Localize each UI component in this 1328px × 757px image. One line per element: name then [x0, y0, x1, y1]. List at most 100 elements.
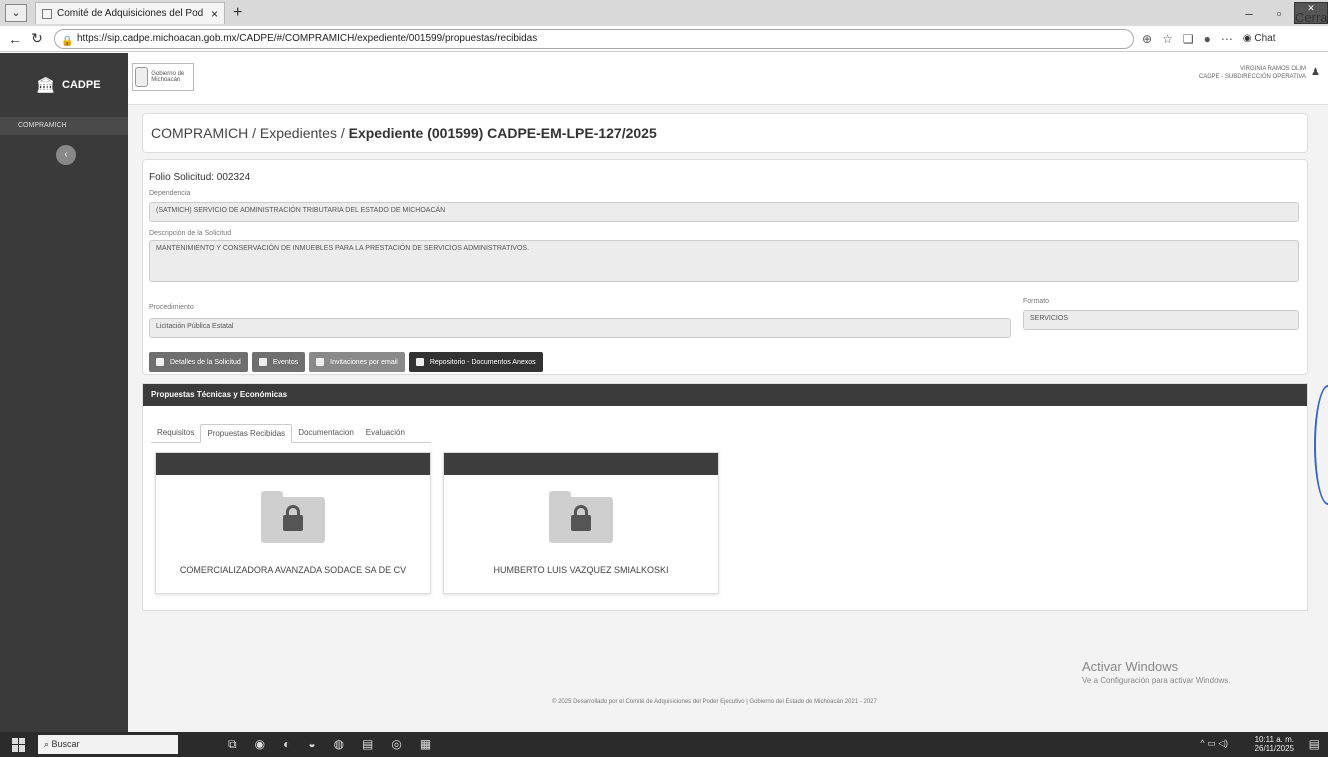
repositorio-button[interactable]: Repositorio - Documentos Anexos: [408, 352, 543, 372]
system-tray-icons[interactable]: ^ ▭ ◁): [1200, 738, 1228, 749]
chrome-icon[interactable]: ◉: [255, 737, 265, 752]
sidebar-item-label: COMPRAMICH: [18, 122, 67, 129]
app-icon[interactable]: ◒: [308, 737, 315, 752]
proveedor-card-header: [156, 453, 430, 475]
tab-propuestas-recibidas[interactable]: Propuestas Recibidas: [200, 424, 293, 443]
refresh-button[interactable]: ↻: [30, 30, 44, 47]
document-icon: [156, 358, 164, 366]
lock-icon: 🔒: [61, 35, 74, 47]
formato-field: SERVICIOS: [1023, 310, 1299, 330]
procedimiento-field: Licitación Pública Estatal: [149, 318, 1011, 338]
brand-logo[interactable]: 🏛 CADPE: [0, 53, 128, 117]
lock-icon: [283, 515, 303, 531]
address-bar: ← ↻ 🔒 https://sip.cadpe.michoacan.gob.mx…: [0, 26, 1328, 52]
minimize-button[interactable]: –: [1234, 6, 1264, 21]
collapse-sidebar-button[interactable]: ‹: [56, 145, 76, 165]
proveedor-name: HUMBERTO LUIS VAZQUEZ SMIALKOSKI: [493, 565, 669, 575]
url-field[interactable]: 🔒 https://sip.cadpe.michoacan.gob.mx/CAD…: [54, 28, 1134, 49]
zoom-icon[interactable]: ⊕: [1142, 32, 1152, 46]
taskbar-clock[interactable]: 10:11 a. m. 26/11/2025: [1255, 735, 1294, 753]
detalles-solicitud-button[interactable]: Detalles de la Solicitud: [149, 352, 248, 372]
notifications-icon[interactable]: ▤: [1309, 737, 1320, 751]
new-tab-button[interactable]: +: [233, 4, 242, 22]
tab-evaluacion[interactable]: Evaluación: [360, 424, 411, 442]
taskbar-search[interactable]: ⌕ Buscar: [38, 735, 178, 754]
window-controls: – ▫ ✕Cerrar: [1234, 0, 1328, 26]
app-sidebar: 🏛 CADPE COMPRAMICH ‹: [0, 53, 128, 732]
clock-date: 26/11/2025: [1254, 744, 1294, 753]
eventos-button[interactable]: Eventos: [251, 352, 306, 372]
user-role: CADPE - SUBDIRECCIÓN OPERATIVA: [1198, 74, 1306, 80]
favorites-star-icon[interactable]: ☆: [1162, 32, 1173, 46]
propuestas-card: Propuestas Técnicas y Económicas Requisi…: [142, 383, 1308, 611]
page-footer: © 2025 Desarrollado por el Comité de Adq…: [552, 699, 877, 705]
invitaciones-email-button[interactable]: Invitaciones por email: [309, 352, 405, 372]
procedimiento-label: Procedimiento: [149, 304, 194, 311]
locked-folder-icon: [549, 491, 613, 543]
user-info[interactable]: VIRGINIA RAMOS OLIM CADPE - SUBDIRECCIÓN…: [1199, 65, 1306, 81]
windows-taskbar: ⌕ Buscar ⧉ ◉ ◐ ◒ ◍ ▤ ◎ ▦ ^ ▭ ◁) 10:11 a.…: [0, 732, 1328, 757]
eventos-label: Eventos: [272, 358, 299, 366]
back-button[interactable]: ←: [8, 31, 22, 47]
browser-tab-bar: ⌄ Comité de Adquisiciones del Pod × + – …: [0, 0, 1328, 26]
locked-folder-icon: [261, 491, 325, 543]
user-icon[interactable]: ♟: [1311, 67, 1320, 78]
folio-solicitud: Folio Solicitud: 002324: [149, 172, 251, 183]
windows-start-icon[interactable]: [12, 737, 26, 752]
solicitud-actions: Detalles de la Solicitud Eventos Invitac…: [149, 352, 543, 372]
chat-button[interactable]: ◉ Chat: [1243, 33, 1276, 44]
close-window-button[interactable]: ✕Cerrar: [1294, 2, 1328, 24]
app-icon[interactable]: ◎: [391, 737, 401, 752]
collections-icon[interactable]: ❏: [1183, 32, 1194, 46]
chat-label: Chat: [1254, 33, 1276, 44]
solicitud-card: Folio Solicitud: 002324 Dependencia (SAT…: [142, 159, 1308, 375]
file-explorer-icon[interactable]: ▤: [362, 737, 373, 752]
user-name: VIRGINIA RAMOS OLIM: [1239, 66, 1306, 72]
proveedor-card-header: [444, 453, 718, 475]
app-icon[interactable]: ◐: [283, 737, 290, 752]
seal-icon: [135, 67, 149, 87]
institution-icon: 🏛: [36, 77, 56, 94]
tab-actions-menu[interactable]: ⌄: [5, 4, 27, 22]
formato-label: Formato: [1023, 298, 1050, 305]
breadcrumb-path[interactable]: COMPRAMICH / Expedientes /: [151, 125, 349, 141]
envelope-icon: [316, 358, 325, 366]
activate-subtitle: Ve a Configuración para activar Windows.: [1082, 676, 1231, 685]
app-header: Gobierno de Michoacán VIRGINIA RAMOS OLI…: [128, 53, 1328, 105]
url-text: https://sip.cadpe.michoacan.gob.mx/CADPE…: [77, 32, 538, 44]
proveedor-name: COMERCIALIZADORA AVANZADA SODACE SA DE C…: [179, 565, 407, 575]
main-content: COMPRAMICH / Expedientes / Expediente (0…: [128, 105, 1328, 732]
task-view-icon[interactable]: ⧉: [228, 737, 237, 752]
close-window-label: Cerrar: [1295, 10, 1328, 25]
descripcion-label: Descripción de la Solicitud: [149, 230, 232, 237]
dependencia-field: (SATMICH) SERVICIO DE ADMINISTRACIÓN TRI…: [149, 202, 1299, 222]
maximize-button[interactable]: ▫: [1264, 6, 1294, 21]
breadcrumb: COMPRAMICH / Expedientes / Expediente (0…: [142, 113, 1308, 153]
dependencia-label: Dependencia: [149, 190, 191, 197]
more-options-icon[interactable]: ⋯: [1221, 32, 1233, 46]
profile-icon[interactable]: ●: [1204, 32, 1211, 46]
breadcrumb-current: Expediente (001599) CADPE-EM-LPE-127/202…: [348, 125, 657, 141]
proveedor-card[interactable]: HUMBERTO LUIS VAZQUEZ SMIALKOSKI: [443, 452, 719, 594]
browser-tab[interactable]: Comité de Adquisiciones del Pod ×: [35, 2, 225, 24]
government-logo: Gobierno de Michoacán: [132, 63, 194, 91]
gov-logo-text: Gobierno de Michoacán: [151, 71, 185, 83]
favicon-icon: [42, 8, 52, 19]
repositorio-label: Repositorio - Documentos Anexos: [429, 358, 536, 366]
proveedor-card[interactable]: COMERCIALIZADORA AVANZADA SODACE SA DE C…: [155, 452, 431, 594]
windows-activation-watermark: Activar Windows Ve a Configuración para …: [1082, 659, 1231, 685]
tab-requisitos[interactable]: Requisitos: [151, 424, 200, 442]
tab-documentacion[interactable]: Documentacion: [292, 424, 360, 442]
lock-icon: [571, 515, 591, 531]
taskbar-search-label: Buscar: [51, 739, 80, 749]
propuestas-tabs: Requisitos Propuestas Recibidas Document…: [151, 424, 431, 443]
close-tab-icon[interactable]: ×: [211, 7, 218, 21]
tab-title: Comité de Adquisiciones del Pod: [57, 8, 204, 19]
excel-icon[interactable]: ▦: [420, 737, 431, 752]
brand-name: CADPE: [62, 79, 101, 91]
folder-icon: [415, 358, 424, 366]
activate-title: Activar Windows: [1082, 659, 1179, 674]
detalles-label: Detalles de la Solicitud: [170, 358, 241, 366]
edge-icon[interactable]: ◍: [334, 737, 344, 752]
sidebar-item-compramich[interactable]: COMPRAMICH: [0, 117, 128, 135]
